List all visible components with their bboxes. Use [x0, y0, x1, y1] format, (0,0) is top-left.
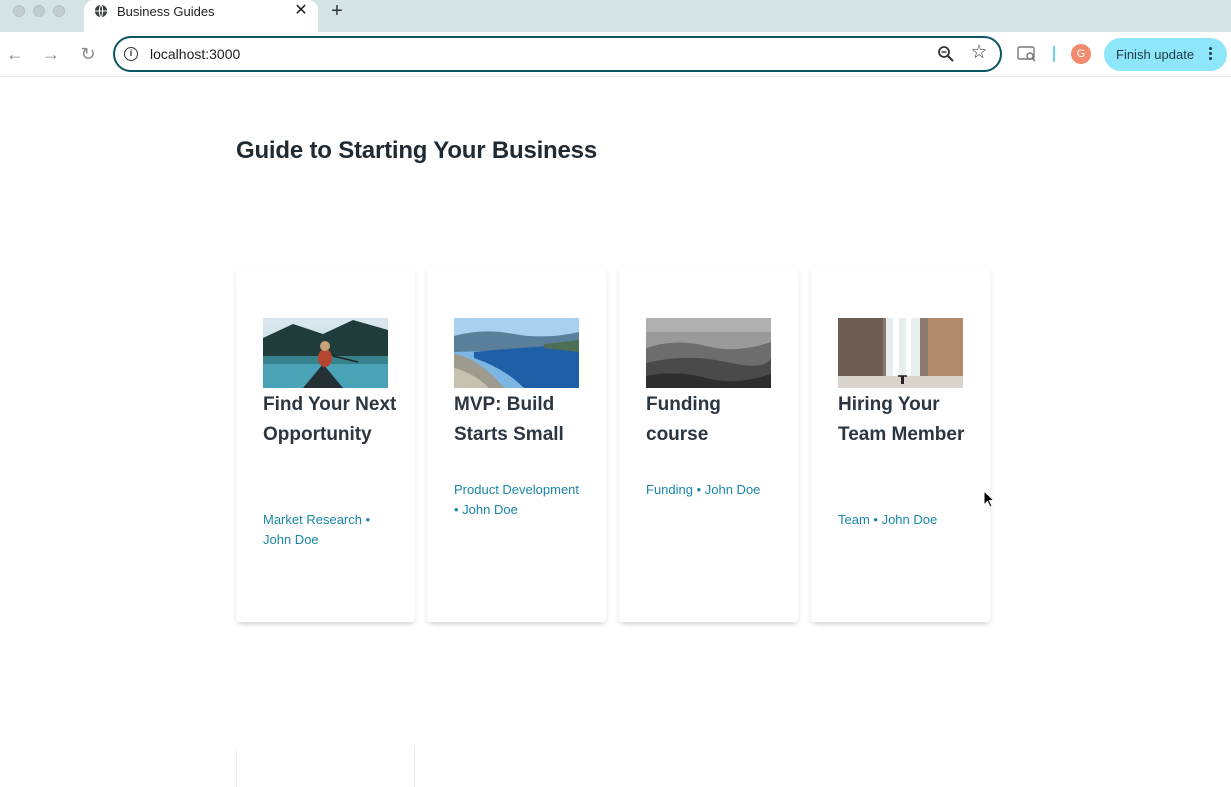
card-title[interactable]: Find Your Next Opportunity: [263, 390, 403, 450]
forward-arrow-icon[interactable]: →: [41, 44, 61, 64]
card-title[interactable]: MVP: Build Starts Small: [454, 390, 594, 450]
tab-strip: Business Guides ✕ +: [0, 0, 1231, 32]
guide-card[interactable]: Hiring Your Team Member Team • John Doe: [811, 268, 990, 622]
card-image-lake: [263, 318, 388, 388]
card-meta[interactable]: Product Development • John Doe: [454, 480, 586, 520]
card-image-fjord: [454, 318, 579, 388]
card-meta[interactable]: Funding • John Doe: [646, 480, 778, 500]
info-icon[interactable]: i: [124, 47, 138, 61]
next-card-partial: [236, 747, 415, 787]
tab-title: Business Guides: [117, 4, 215, 19]
maximize-window-dot[interactable]: [53, 5, 65, 17]
address-bar[interactable]: i localhost:3000 ☆: [113, 36, 1002, 72]
globe-icon: [94, 4, 108, 18]
extension-icon[interactable]: [1017, 45, 1037, 63]
toolbar-divider: [1053, 46, 1055, 62]
star-icon[interactable]: ☆: [969, 43, 989, 63]
plus-icon[interactable]: +: [327, 0, 347, 22]
page-title: Guide to Starting Your Business: [236, 137, 597, 164]
finish-update-label: Finish update: [1116, 47, 1195, 62]
close-window-dot[interactable]: [13, 5, 25, 17]
cursor-icon: [983, 490, 995, 508]
card-image-forest: [646, 318, 771, 388]
finish-update-button[interactable]: Finish update: [1104, 38, 1227, 71]
zoom-icon[interactable]: [937, 45, 955, 63]
card-image-waterfall: [838, 318, 963, 388]
reload-icon[interactable]: ↻: [78, 44, 98, 64]
url-text[interactable]: localhost:3000: [150, 46, 240, 62]
card-title[interactable]: Funding course: [646, 390, 786, 450]
back-arrow-icon[interactable]: ←: [5, 44, 25, 64]
card-meta[interactable]: Market Research • John Doe: [263, 510, 395, 550]
guide-card[interactable]: MVP: Build Starts Small Product Developm…: [427, 268, 606, 622]
card-meta[interactable]: Team • John Doe: [838, 510, 970, 530]
browser-toolbar: ← → ↻ i localhost:3000 ☆ G Finish update: [0, 32, 1231, 77]
close-icon[interactable]: ✕: [292, 2, 310, 20]
guide-card[interactable]: Funding course Funding • John Doe: [619, 268, 798, 622]
avatar[interactable]: G: [1071, 44, 1091, 64]
minimize-window-dot[interactable]: [33, 5, 45, 17]
browser-tab[interactable]: Business Guides ✕: [84, 0, 318, 32]
card-title[interactable]: Hiring Your Team Member: [838, 390, 978, 450]
kebab-menu-icon[interactable]: [1207, 45, 1213, 63]
guide-card[interactable]: Find Your Next Opportunity Market Resear…: [236, 268, 415, 622]
